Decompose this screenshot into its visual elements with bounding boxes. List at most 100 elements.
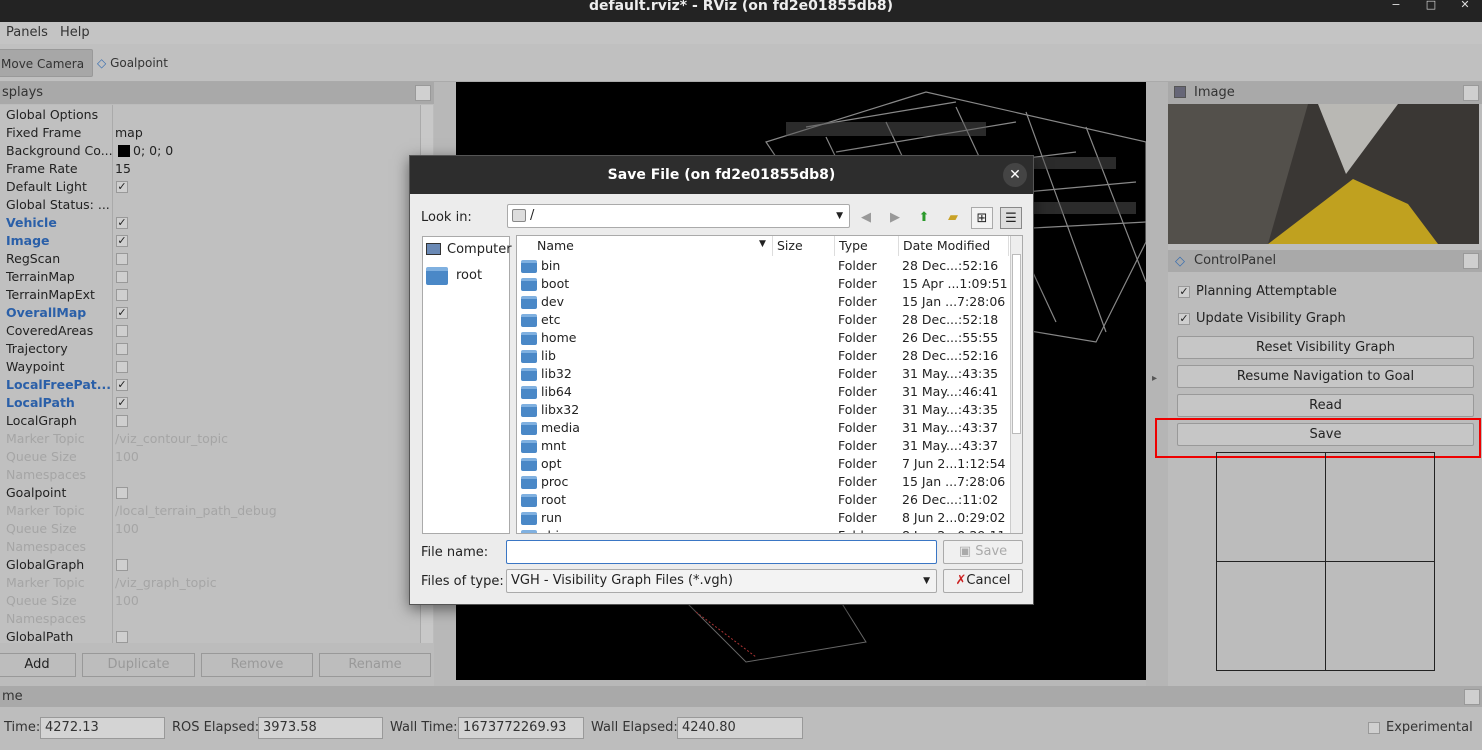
menu-panels[interactable]: Panels: [6, 25, 48, 40]
file-row[interactable]: root Folder 26 Dec...:11:02: [517, 491, 1009, 509]
file-type-combo[interactable]: VGH - Visibility Graph Files (*.vgh) ▼: [506, 569, 937, 593]
display-row[interactable]: Vehicle ✓: [0, 214, 420, 232]
controlpanel-undock-icon[interactable]: [1463, 253, 1479, 269]
display-row[interactable]: Global Status: ...: [0, 196, 420, 214]
display-enable-checkbox[interactable]: ✓: [116, 379, 128, 391]
wall-time-field[interactable]: 1673772269.93: [458, 717, 584, 739]
display-row[interactable]: Marker Topic/viz_graph_topic: [0, 574, 420, 592]
time-field[interactable]: 4272.13: [40, 717, 165, 739]
file-row[interactable]: dev Folder 15 Jan ...7:28:06: [517, 293, 1009, 311]
reset-visibility-graph-button[interactable]: Reset Visibility Graph: [1177, 336, 1474, 359]
remove-button[interactable]: Remove: [201, 653, 313, 677]
display-enable-checkbox[interactable]: [116, 253, 128, 265]
display-enable-checkbox[interactable]: [116, 559, 128, 571]
dialog-close-icon[interactable]: ✕: [1003, 163, 1027, 187]
file-row[interactable]: run Folder 8 Jun 2...0:29:02: [517, 509, 1009, 527]
display-row[interactable]: Goalpoint: [0, 484, 420, 502]
displays-undock-icon[interactable]: [415, 85, 431, 101]
sidebar-item-computer[interactable]: Computer: [426, 242, 512, 260]
time-undock-icon[interactable]: [1464, 689, 1480, 705]
column-name[interactable]: Name: [517, 236, 773, 256]
close-icon[interactable]: ✕: [1455, 0, 1475, 12]
display-row[interactable]: Marker Topic/local_terrain_path_debug: [0, 502, 420, 520]
display-row[interactable]: Image ✓: [0, 232, 420, 250]
minimize-icon[interactable]: −: [1386, 0, 1406, 12]
display-enable-checkbox[interactable]: ✓: [116, 397, 128, 409]
display-enable-checkbox[interactable]: [116, 343, 128, 355]
goalpoint-button[interactable]: ◇ Goalpoint: [97, 49, 197, 77]
file-row[interactable]: lib32 Folder 31 May...:43:35: [517, 365, 1009, 383]
file-row[interactable]: proc Folder 15 Jan ...7:28:06: [517, 473, 1009, 491]
display-enable-checkbox[interactable]: [116, 631, 128, 643]
file-row[interactable]: home Folder 26 Dec...:55:55: [517, 329, 1009, 347]
display-enable-checkbox[interactable]: ✓: [116, 235, 128, 247]
file-row[interactable]: etc Folder 28 Dec...:52:18: [517, 311, 1009, 329]
file-row[interactable]: opt Folder 7 Jun 2...1:12:54: [517, 455, 1009, 473]
sidebar-item-root[interactable]: root: [426, 266, 510, 288]
read-button[interactable]: Read: [1177, 394, 1474, 417]
image-undock-icon[interactable]: [1463, 85, 1479, 101]
column-date[interactable]: Date Modified: [899, 236, 1009, 256]
new-folder-icon[interactable]: ▰: [942, 207, 964, 229]
list-view-icon[interactable]: ⊞: [971, 207, 993, 229]
display-row[interactable]: Queue Size 100: [0, 520, 420, 538]
resume-navigation-button[interactable]: Resume Navigation to Goal: [1177, 365, 1474, 388]
file-row[interactable]: libx32 Folder 31 May...:43:35: [517, 401, 1009, 419]
column-type[interactable]: Type: [835, 236, 899, 256]
experimental-checkbox[interactable]: [1368, 722, 1380, 734]
display-enable-checkbox[interactable]: [116, 325, 128, 337]
display-enable-checkbox[interactable]: [116, 415, 128, 427]
display-row[interactable]: Namespaces: [0, 538, 420, 556]
file-row[interactable]: lib64 Folder 31 May...:46:41: [517, 383, 1009, 401]
display-row[interactable]: GlobalGraph: [0, 556, 420, 574]
dialog-save-button[interactable]: ▣ Save: [943, 540, 1023, 564]
display-row[interactable]: RegScan: [0, 250, 420, 268]
display-row[interactable]: Trajectory: [0, 340, 420, 358]
display-enable-checkbox[interactable]: ✓: [116, 181, 128, 193]
display-enable-checkbox[interactable]: ✓: [116, 307, 128, 319]
color-swatch[interactable]: [118, 145, 130, 157]
file-row[interactable]: lib Folder 28 Dec...:52:16: [517, 347, 1009, 365]
planning-checkbox[interactable]: ✓: [1178, 286, 1190, 298]
display-row[interactable]: TerrainMap: [0, 268, 420, 286]
forward-icon[interactable]: ▶: [884, 207, 906, 229]
file-row[interactable]: bin Folder 28 Dec...:52:16: [517, 257, 1009, 275]
file-row[interactable]: media Folder 31 May...:43:37: [517, 419, 1009, 437]
file-row[interactable]: sbin Folder 8 Jun 2...0:29:11: [517, 527, 1009, 533]
display-row[interactable]: Waypoint: [0, 358, 420, 376]
display-row[interactable]: GlobalPath: [0, 628, 420, 643]
file-name-input[interactable]: [506, 540, 937, 564]
rename-button[interactable]: Rename: [319, 653, 431, 677]
display-row[interactable]: Frame Rate 15: [0, 160, 420, 178]
detail-view-icon[interactable]: ☰: [1000, 207, 1022, 229]
display-row[interactable]: OverallMap ✓: [0, 304, 420, 322]
display-enable-checkbox[interactable]: [116, 289, 128, 301]
file-row[interactable]: boot Folder 15 Apr ...1:09:51: [517, 275, 1009, 293]
column-size[interactable]: Size: [773, 236, 835, 256]
file-row[interactable]: mnt Folder 31 May...:43:37: [517, 437, 1009, 455]
display-enable-checkbox[interactable]: [116, 271, 128, 283]
maximize-icon[interactable]: □: [1421, 0, 1441, 12]
look-in-combo[interactable]: / ▼: [507, 204, 850, 228]
right-splitter[interactable]: ▸: [1146, 82, 1168, 686]
update-visibility-checkbox[interactable]: ✓: [1178, 313, 1190, 325]
ros-elapsed-field[interactable]: 3973.58: [258, 717, 383, 739]
display-row[interactable]: Marker Topic/viz_contour_topic: [0, 430, 420, 448]
display-row[interactable]: LocalPath ✓: [0, 394, 420, 412]
display-row[interactable]: LocalGraph: [0, 412, 420, 430]
display-row[interactable]: Global Options: [0, 106, 420, 124]
display-enable-checkbox[interactable]: [116, 361, 128, 373]
duplicate-button[interactable]: Duplicate: [82, 653, 195, 677]
display-row[interactable]: Default Light ✓: [0, 178, 420, 196]
display-row[interactable]: Namespaces: [0, 466, 420, 484]
add-button[interactable]: Add: [0, 653, 76, 677]
scrollbar-thumb[interactable]: [1012, 254, 1021, 434]
display-row[interactable]: CoveredAreas: [0, 322, 420, 340]
cancel-button[interactable]: ✗Cancel: [943, 569, 1023, 593]
menu-help[interactable]: Help: [60, 25, 90, 40]
up-arrow-icon[interactable]: ⬆: [913, 207, 935, 229]
wall-elapsed-field[interactable]: 4240.80: [677, 717, 803, 739]
display-row[interactable]: Namespaces: [0, 610, 420, 628]
display-row[interactable]: TerrainMapExt: [0, 286, 420, 304]
display-enable-checkbox[interactable]: ✓: [116, 217, 128, 229]
